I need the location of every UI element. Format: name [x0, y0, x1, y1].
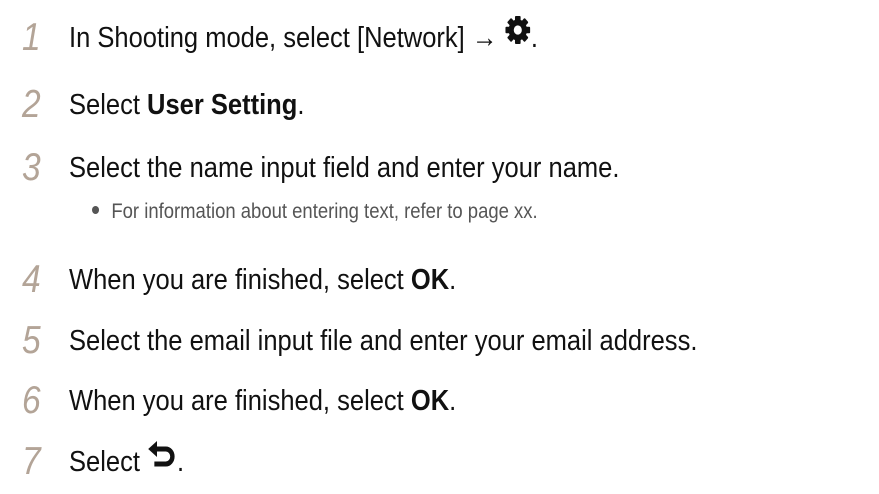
step-text: In Shooting mode, select [Network] → .: [69, 13, 538, 64]
step-7: 7 Select .: [22, 437, 872, 487]
sub-bullet: For information about entering text, ref…: [92, 197, 538, 227]
step-number: 3: [22, 146, 41, 189]
ui-term-ok: OK: [410, 264, 450, 296]
step-1: 1 In Shooting mode, select [Network] → .: [22, 13, 872, 63]
step-number: 1: [22, 16, 41, 59]
step-text: Select the email input file and enter yo…: [69, 325, 698, 357]
step-text-part: When you are finished, select: [69, 264, 411, 296]
step-text-part: In Shooting mode, select [Network] →: [69, 22, 505, 54]
step-text-part: Select: [69, 446, 148, 478]
gear-icon: [504, 11, 530, 61]
step-number: 7: [22, 440, 41, 483]
step-text-part: When you are finished, select: [69, 385, 411, 417]
ui-term-ok: OK: [410, 385, 450, 417]
step-text-part: .: [449, 264, 457, 296]
back-arrow-icon: [147, 435, 177, 485]
step-number: 4: [22, 258, 41, 301]
step-text: Select the name input field and enter yo…: [69, 152, 620, 184]
step-number: 2: [22, 83, 41, 126]
step-text: Select .: [69, 437, 184, 488]
ui-term-user-setting: User Setting: [147, 89, 298, 121]
step-text: When you are finished, select OK.: [69, 376, 456, 426]
step-text: When you are finished, select OK.: [69, 255, 456, 305]
step-text-part: .: [297, 89, 305, 121]
bullet-icon: [92, 206, 100, 215]
step-text-part: .: [176, 446, 185, 478]
step-3-note: For information about entering text, ref…: [22, 197, 872, 227]
step-number: 6: [22, 379, 41, 422]
step-text-part: .: [530, 22, 538, 54]
step-5: 5 Select the email input file and enter …: [22, 316, 872, 366]
step-4: 4 When you are finished, select OK.: [22, 255, 872, 305]
step-number: 5: [22, 319, 41, 362]
step-2: 2 Select User Setting.: [22, 80, 872, 130]
step-text-part: .: [449, 385, 457, 417]
step-text: Select User Setting.: [69, 80, 304, 130]
step-6: 6 When you are finished, select OK.: [22, 376, 872, 426]
step-3: 3 Select the name input field and enter …: [22, 143, 872, 193]
sub-bullet-text: For information about entering text, ref…: [111, 200, 538, 223]
step-text-part: Select: [69, 89, 148, 121]
